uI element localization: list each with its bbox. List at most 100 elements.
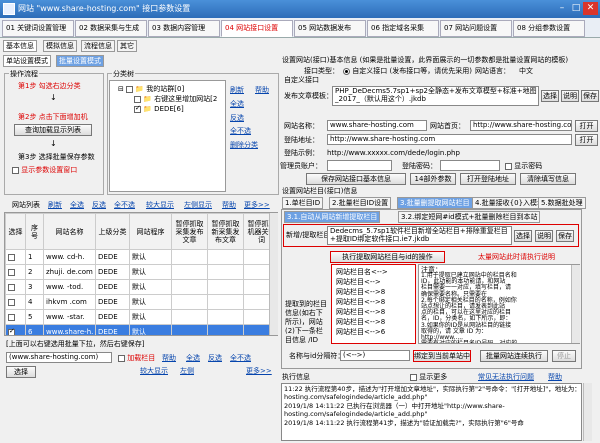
col-select[interactable]: 选择 bbox=[5, 213, 26, 250]
list-refresh-link[interactable]: 刷新 bbox=[48, 201, 62, 210]
tree-child-dede[interactable]: 📁 DEDE[6] bbox=[134, 104, 184, 114]
list-large-view-link[interactable]: 较大显示 bbox=[146, 201, 174, 210]
bottom-select-none-link[interactable]: 全不选 bbox=[230, 354, 251, 363]
table-row[interactable]: 5 www. -star. DEDE 默认 bbox=[5, 309, 277, 325]
maximize-button[interactable]: □ bbox=[569, 2, 583, 15]
tab-domain-collect[interactable]: 06 指定域名采集 bbox=[367, 20, 439, 37]
bottom-large-link[interactable]: 较大显示 bbox=[140, 367, 168, 376]
select-button[interactable]: 选择 bbox=[6, 366, 36, 378]
open-login-button[interactable]: 打开 bbox=[575, 134, 598, 146]
show-pwd-checkbox[interactable]: 显示密码 bbox=[505, 162, 542, 171]
close-button[interactable]: ✕ bbox=[583, 2, 598, 15]
admin-field[interactable] bbox=[327, 160, 392, 171]
tab-flow-info[interactable]: 流程信息 bbox=[81, 40, 115, 52]
minimize-button[interactable]: – bbox=[555, 2, 569, 15]
category-select-all-link[interactable]: 全选 bbox=[230, 100, 244, 109]
note-scrollbar[interactable] bbox=[571, 265, 580, 343]
tab-other[interactable]: 其它 bbox=[117, 40, 137, 52]
tab-group-params[interactable]: 08 分组参数设置 bbox=[513, 20, 585, 37]
col-tree-box[interactable]: 网站栏目名<--> 网站栏目<--> 网站栏目<-->8 网站栏目<-->8 网站栏目<… bbox=[331, 264, 416, 344]
open-login-addr-button[interactable]: 打开登陆地址 bbox=[460, 173, 516, 185]
col-site-name[interactable]: 网站名称 bbox=[43, 213, 96, 250]
home-field[interactable]: http://www.share-hosting.com bbox=[470, 120, 572, 131]
show-window-checkbox[interactable]: 显示参数设置窗口 bbox=[12, 166, 77, 175]
common-issues-link[interactable]: 常见无法执行问题 bbox=[478, 373, 534, 382]
row-checkbox[interactable] bbox=[5, 309, 26, 325]
bind-batch-button[interactable]: 批量网站连续执行 bbox=[480, 350, 548, 362]
open-home-button[interactable]: 打开 bbox=[575, 120, 598, 132]
tpl-select-button[interactable]: 选择 bbox=[541, 90, 559, 102]
tab-questions[interactable]: 07 网站问题设置 bbox=[440, 20, 512, 37]
row-checkbox[interactable] bbox=[5, 279, 26, 295]
table-row[interactable]: 2 zhuji. de.com DEDE 默认 bbox=[5, 264, 277, 280]
table-row[interactable]: 6www.share-h.DEDE默认 bbox=[5, 324, 277, 335]
col-parent-cat[interactable]: 上级分类 bbox=[95, 213, 130, 250]
login-field[interactable]: http://www.share-hosting.com bbox=[327, 134, 572, 145]
table-row[interactable]: 1 www. cd-h. DEDE 默认 bbox=[5, 249, 277, 265]
table-row[interactable]: 3 www. -tod. DEDE 默认 bbox=[5, 279, 277, 295]
clear-info-button[interactable]: 清除填写信息 bbox=[520, 173, 576, 185]
tpl-save-button[interactable]: 保存 bbox=[581, 90, 599, 102]
tab-batch-receive[interactable]: 4.批量接收{0}入模块 bbox=[472, 197, 548, 209]
tab-content[interactable]: 03 数据内容管理 bbox=[148, 20, 220, 37]
stop-button[interactable]: 停止 bbox=[552, 350, 576, 362]
tab-collect[interactable]: 02 数据采集与生成 bbox=[75, 20, 147, 37]
category-refresh-link[interactable]: 刷新 bbox=[230, 86, 244, 95]
tree-root[interactable]: ⊟ 📁 我的站群[0] bbox=[118, 85, 184, 94]
col-program[interactable]: 网站程序 bbox=[129, 213, 172, 250]
site-field[interactable]: (www.share-hosting.com) bbox=[6, 352, 112, 363]
tab-batch-mode[interactable]: 批量设置模式 bbox=[56, 55, 104, 67]
tab-single-mode[interactable]: 单站设置模式 bbox=[3, 55, 51, 67]
bottom-help-link[interactable]: 帮助 bbox=[162, 354, 176, 363]
list-left-view-link[interactable]: 左侧显示 bbox=[184, 201, 212, 210]
category-invert-link[interactable]: 反选 bbox=[230, 114, 244, 123]
tree-child-add[interactable]: 📁 右键这里增加网站[2 bbox=[134, 95, 217, 104]
tpl-explain-button[interactable]: 说明 bbox=[561, 90, 579, 102]
row-checkbox[interactable] bbox=[5, 324, 26, 335]
show-more-checkbox[interactable]: 显示更多 bbox=[410, 373, 447, 382]
subtab-bind-mode[interactable]: 3.2.绑定短网#id模式+批量删除栏目到本站 bbox=[398, 211, 541, 223]
bottom-select-all-link[interactable]: 全选 bbox=[186, 354, 200, 363]
extract-select-button[interactable]: 选择 bbox=[514, 230, 532, 242]
log-scrollbar[interactable] bbox=[583, 383, 592, 441]
list-select-all-link[interactable]: 全选 bbox=[70, 201, 84, 210]
bottom-more-link[interactable]: 更多>> bbox=[246, 367, 272, 376]
tab-publish[interactable]: 05 网站数据发布 bbox=[294, 20, 366, 37]
query-load-button[interactable]: 查询加载显示列表 bbox=[14, 124, 92, 136]
add-cat-checkbox[interactable]: 加载栏目 bbox=[118, 354, 155, 363]
category-select-none-link[interactable]: 全不选 bbox=[230, 127, 251, 136]
bottom-invert-link[interactable]: 反选 bbox=[208, 354, 222, 363]
list-help-link[interactable]: 帮助 bbox=[222, 201, 236, 210]
table-row[interactable]: 4 ihkvm .com DEDE 默认 bbox=[5, 294, 277, 310]
admin-pwd-field[interactable] bbox=[440, 160, 500, 171]
tab-single-col[interactable]: 1.单栏目ID bbox=[282, 197, 324, 209]
row-checkbox[interactable] bbox=[5, 264, 26, 280]
extract-explain-button[interactable]: 说明 bbox=[535, 230, 553, 242]
category-tree[interactable]: ⊟ 📁 我的站群[0] 📁 右键这里增加网站[2 📁 DEDE[6] bbox=[109, 80, 226, 192]
tab-data-process[interactable]: 5.数据批处理 bbox=[538, 197, 586, 209]
add-extract-field[interactable]: Dedecms_5.7sp1软件栏目新增全站栏目+排除重复栏目+提取ID绑定软件… bbox=[327, 226, 512, 245]
log-help-link[interactable]: 帮助 bbox=[548, 373, 562, 382]
iface-type-radio[interactable]: 自定义接口 (发布接口等，请优先采用) bbox=[343, 67, 472, 76]
tab-sim-info[interactable]: 模拟信息 bbox=[43, 40, 77, 52]
site-name-field[interactable]: www.share-hosting.com bbox=[327, 120, 427, 131]
tab-interface[interactable]: 04 网站接口设置 bbox=[221, 20, 293, 37]
pub-tpl-field[interactable]: PHP_DeDecms5.7sp1+sp2全静态+发布文章模型+标准+地图_20… bbox=[332, 86, 539, 106]
col-pause-pub[interactable]: 暂停抓取采集发布文章 bbox=[171, 213, 208, 250]
list-select-none-link[interactable]: 全不选 bbox=[114, 201, 135, 210]
table-scrollbar[interactable] bbox=[269, 213, 278, 335]
category-help-link[interactable]: 帮助 bbox=[255, 86, 269, 95]
category-delete-link[interactable]: 删除分类 bbox=[230, 141, 258, 150]
bottom-left-link[interactable]: 左侧 bbox=[180, 367, 194, 376]
col-pause-new[interactable]: 暂停抓取新采集发布文章 bbox=[207, 213, 244, 250]
row-checkbox[interactable] bbox=[5, 294, 26, 310]
tab-basic-info[interactable]: 基本信息 bbox=[3, 40, 37, 52]
bind-single-button[interactable]: 绑定到当前单站中 bbox=[413, 350, 471, 362]
tab-batch-col[interactable]: 2.批量栏目ID设置 bbox=[329, 197, 392, 209]
save-basic-button[interactable]: 保存网站接口基本信息 bbox=[306, 173, 406, 185]
idmap-field[interactable]: (<-->) bbox=[340, 350, 410, 361]
list-invert-link[interactable]: 反选 bbox=[92, 201, 106, 210]
run-extract-button[interactable]: 执行提取网站栏目与id的操作 bbox=[330, 251, 445, 263]
subtab-auto-extract[interactable]: 3.1.自动从网站新增提取栏目 bbox=[284, 211, 381, 223]
tab-batch-extract[interactable]: 3.批量删提取网站栏目 bbox=[397, 197, 473, 209]
